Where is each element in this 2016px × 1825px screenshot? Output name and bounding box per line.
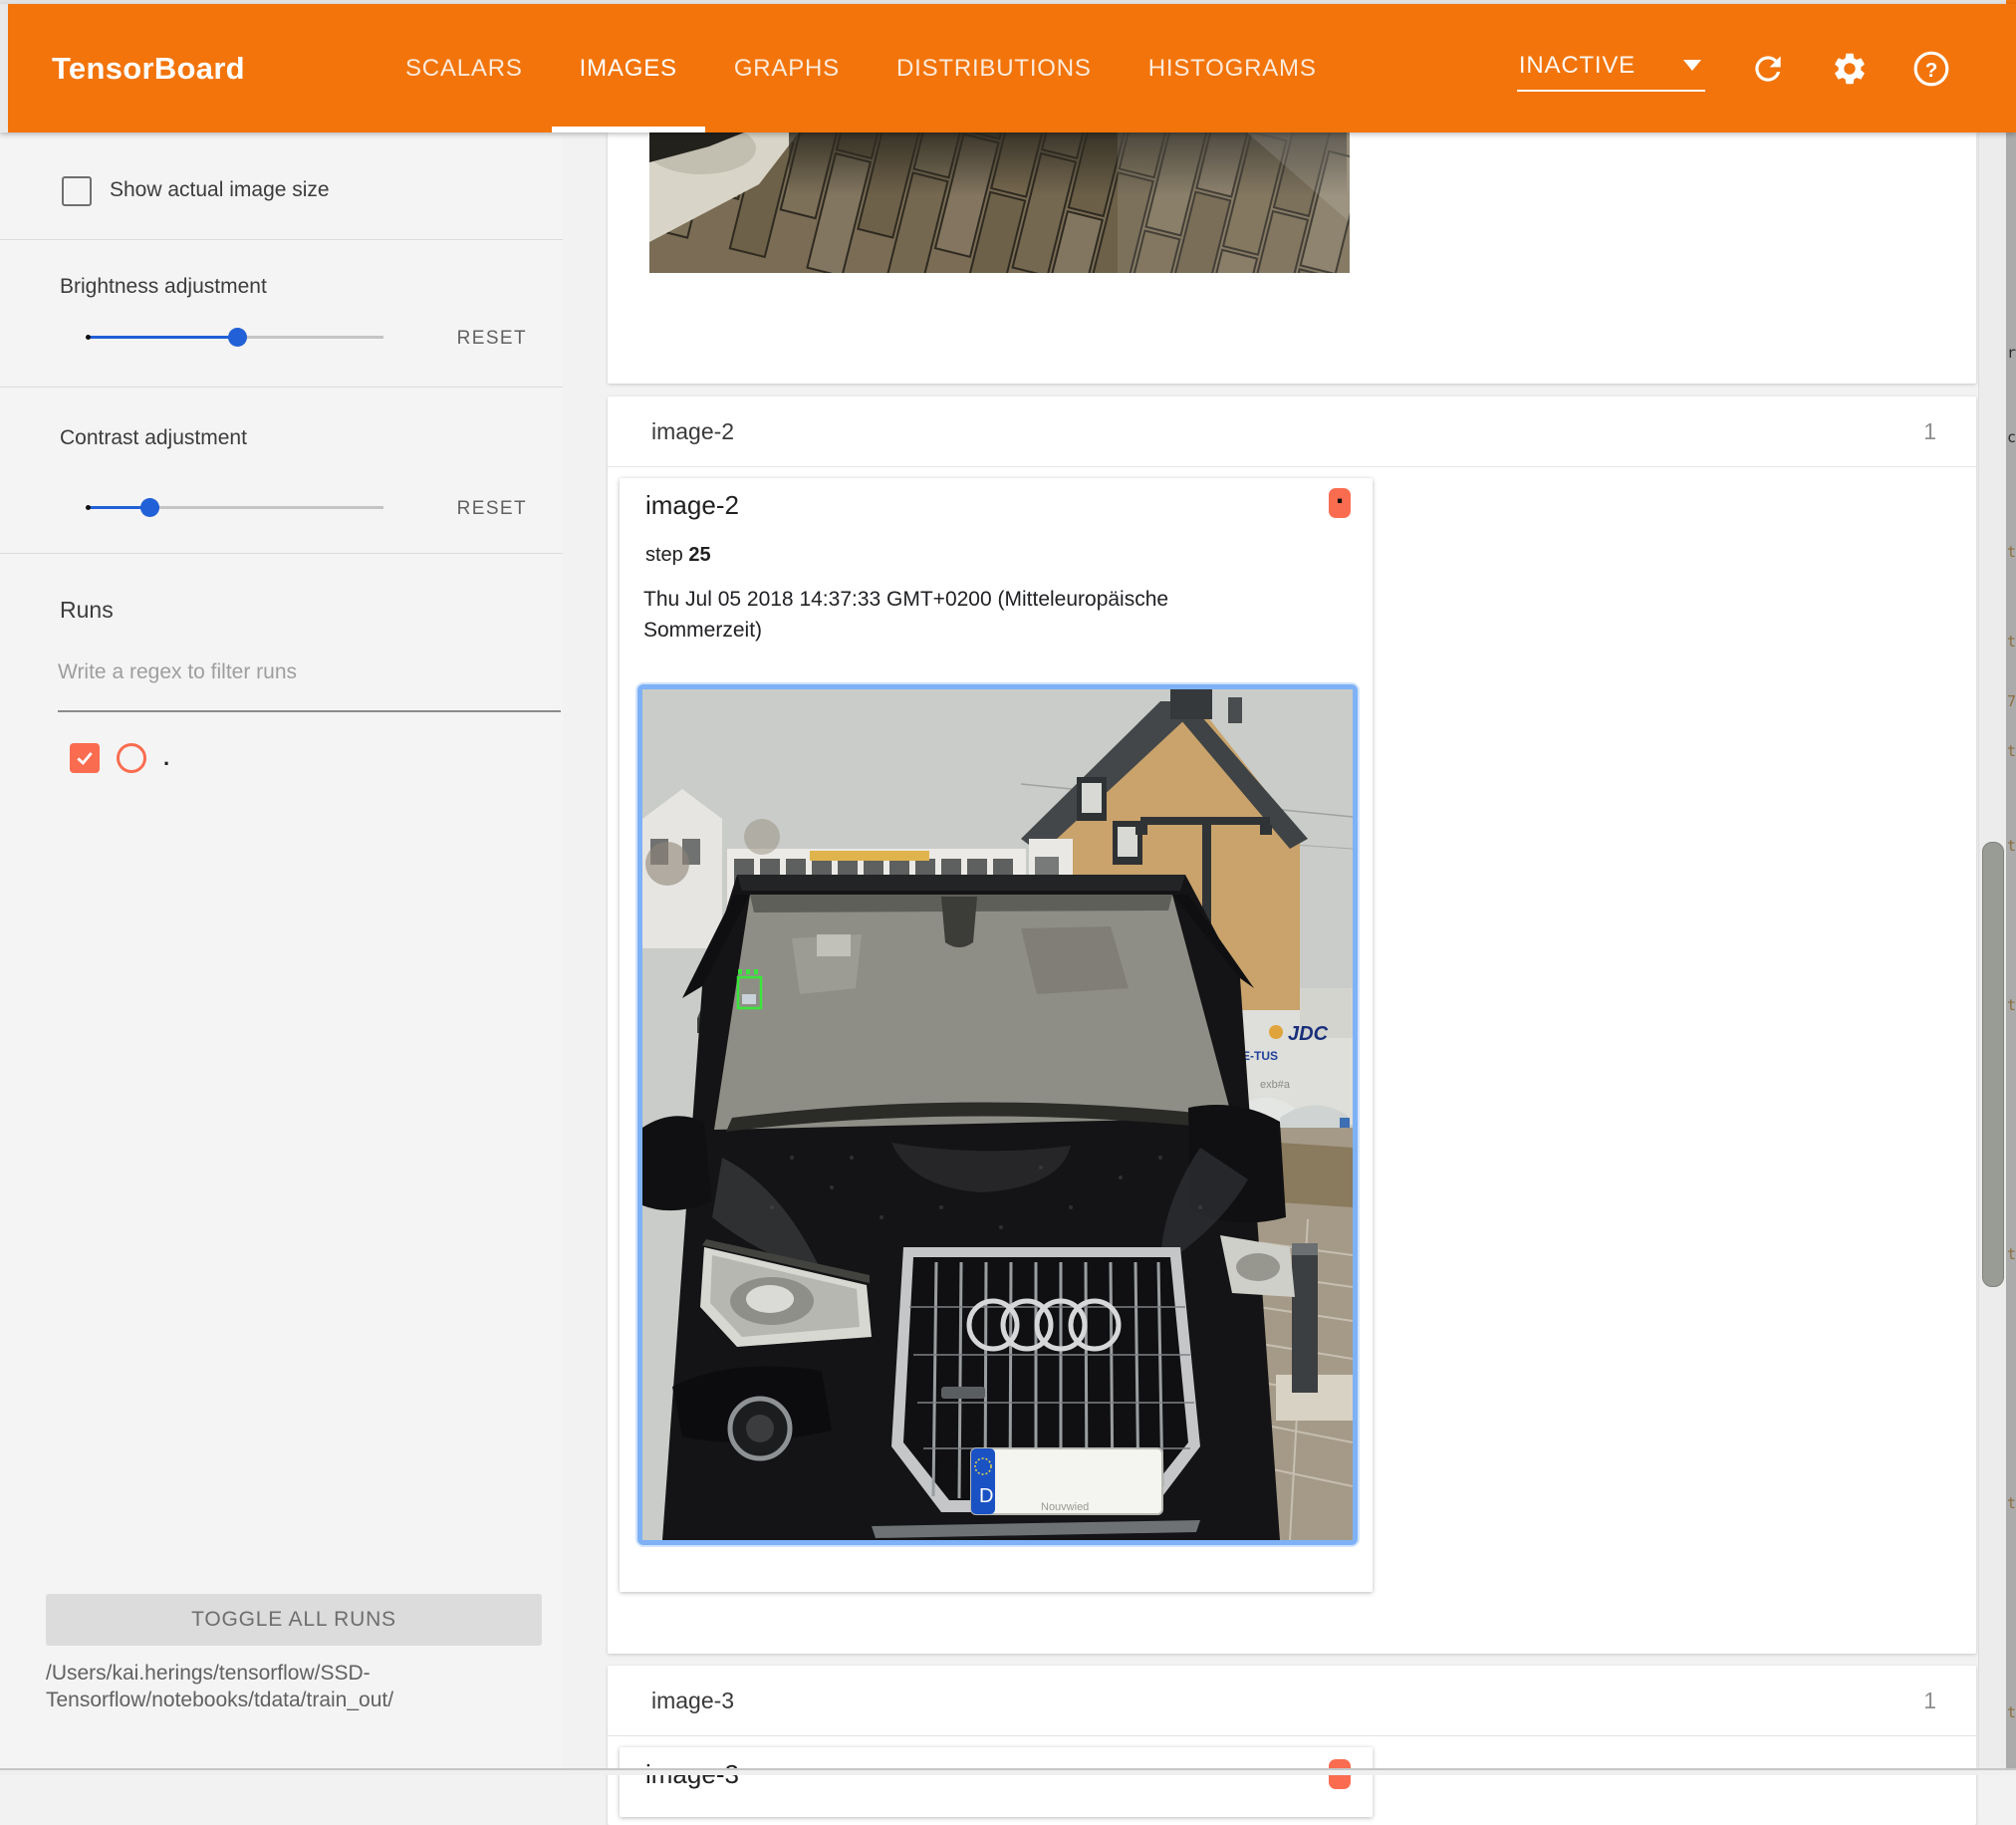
slider-start-tick — [86, 505, 91, 510]
status-dropdown[interactable]: INACTIVE — [1517, 46, 1705, 92]
tab-images[interactable]: IMAGES — [580, 4, 677, 132]
image-section-image-3: image-3 1 image-3 . — [608, 1666, 1976, 1825]
dashboard-tabs: SCALARS IMAGES GRAPHS DISTRIBUTIONS HIST… — [405, 4, 1317, 132]
run-name-label: . — [163, 745, 169, 771]
gear-icon[interactable] — [1831, 50, 1869, 88]
refresh-icon[interactable] — [1749, 50, 1787, 88]
step-readout: step 25 — [645, 544, 711, 567]
app-title: TensorBoard — [52, 4, 245, 132]
brightness-slider[interactable] — [88, 328, 383, 347]
section-tag-name: image-2 — [651, 396, 734, 466]
svg-text:?: ? — [1925, 58, 1938, 81]
section-count-badge: 1 — [1923, 396, 1936, 466]
brightness-reset-button[interactable]: RESET — [457, 328, 527, 350]
tab-histograms[interactable]: HISTOGRAMS — [1148, 4, 1317, 132]
log-directory-path: /Users/kai.herings/tensorflow/SSD-Tensor… — [46, 1660, 544, 1713]
slider-fill — [88, 336, 238, 339]
slider-start-tick — [86, 335, 91, 340]
yellow-awning — [810, 851, 929, 861]
audi-q5: D Nouvwied — [642, 875, 1295, 1540]
windshield-sticker — [817, 934, 851, 956]
jdc-sign: JDC — [1288, 1023, 1329, 1045]
chimney — [1170, 689, 1212, 719]
divider — [0, 387, 563, 388]
brightness-slider-thumb[interactable] — [228, 328, 247, 347]
section-header[interactable]: image-2 1 — [608, 396, 1976, 466]
help-icon[interactable]: ? — [1912, 50, 1950, 88]
image-section-image-2: image-2 1 image-2 . step 25 Thu Jul 05 2… — [608, 396, 1976, 1654]
status-dropdown-value: INACTIVE — [1519, 52, 1636, 80]
svg-text:E-TUS: E-TUS — [1242, 1049, 1278, 1063]
bollard — [1292, 1243, 1318, 1393]
runs-title: Runs — [60, 597, 114, 624]
section-tag-name: image-3 — [651, 1666, 734, 1735]
image-card-title: image-2 — [645, 490, 739, 521]
run-indicator-label: . — [1336, 477, 1344, 511]
run-checkbox[interactable] — [70, 743, 100, 773]
toggle-all-runs-button[interactable]: TOGGLE ALL RUNS — [46, 1594, 542, 1646]
wall-time: Thu Jul 05 2018 14:37:33 GMT+0200 (Mitte… — [643, 584, 1251, 646]
rearview-mirror — [941, 897, 977, 947]
tab-graphs[interactable]: GRAPHS — [734, 4, 840, 132]
brightness-label: Brightness adjustment — [60, 275, 267, 299]
chevron-down-icon — [1683, 60, 1701, 71]
section-count-badge: 1 — [1923, 1666, 1936, 1735]
runs-filter-input[interactable]: Write a regex to filter runs — [58, 660, 561, 684]
contrast-label: Contrast adjustment — [60, 426, 247, 450]
tab-distributions[interactable]: DISTRIBUTIONS — [896, 4, 1092, 132]
image-section-partial — [608, 132, 1976, 384]
runs-filter-underline — [58, 710, 561, 712]
divider — [608, 1735, 1976, 1736]
step-value: 25 — [688, 544, 710, 566]
run-indicator-chip[interactable]: . — [1329, 488, 1351, 518]
bare-tree — [645, 842, 689, 886]
left-mirror — [642, 1116, 712, 1210]
run-list-item: . — [70, 742, 169, 774]
svg-text:D: D — [979, 1485, 993, 1507]
divider — [0, 239, 563, 240]
run-indicator-label: . — [1336, 1748, 1344, 1782]
image-card-image-2: image-2 . step 25 Thu Jul 05 2018 14:37:… — [620, 478, 1373, 1592]
audi-photo: JDC E-TUS exb#a — [642, 689, 1353, 1540]
roofline — [737, 875, 1185, 891]
appbar-actions: INACTIVE ? — [1517, 4, 1950, 132]
section-header[interactable]: image-3 1 — [608, 1666, 1976, 1735]
contrast-reset-button[interactable]: RESET — [457, 498, 527, 520]
appbar-left-gutter — [0, 4, 8, 132]
contrast-slider[interactable] — [88, 498, 383, 517]
run-color-swatch[interactable] — [117, 743, 146, 773]
window-bottom-pad — [0, 1770, 2016, 1775]
sample-image-selected[interactable]: JDC E-TUS exb#a — [637, 684, 1358, 1545]
tensorboard-appbar: TensorBoard SCALARS IMAGES GRAPHS DISTRI… — [0, 4, 2016, 132]
tab-scalars[interactable]: SCALARS — [405, 4, 523, 132]
images-dashboard: image-2 1 image-2 . step 25 Thu Jul 05 2… — [563, 132, 1978, 1775]
svg-text:exb#a: exb#a — [1260, 1079, 1291, 1091]
contrast-slider-thumb[interactable] — [140, 498, 159, 517]
divider — [0, 553, 563, 554]
license-plate: D Nouvwied — [971, 1448, 1162, 1514]
scrollbar-thumb[interactable] — [1982, 842, 2004, 1287]
pavement-photo — [649, 132, 1350, 273]
sidebar: Show actual image size Brightness adjust… — [0, 132, 563, 1775]
divider — [608, 466, 1976, 467]
background-window-sliver: r c t t 7 t t t t t t — [2006, 132, 2016, 1775]
quattro-badge — [941, 1387, 985, 1399]
show-actual-size-label: Show actual image size — [110, 178, 330, 202]
dealer-text: Nouvwied — [1041, 1501, 1089, 1513]
show-actual-size-checkbox[interactable] — [62, 176, 92, 206]
image-card-image-3: image-3 . — [620, 1747, 1373, 1817]
